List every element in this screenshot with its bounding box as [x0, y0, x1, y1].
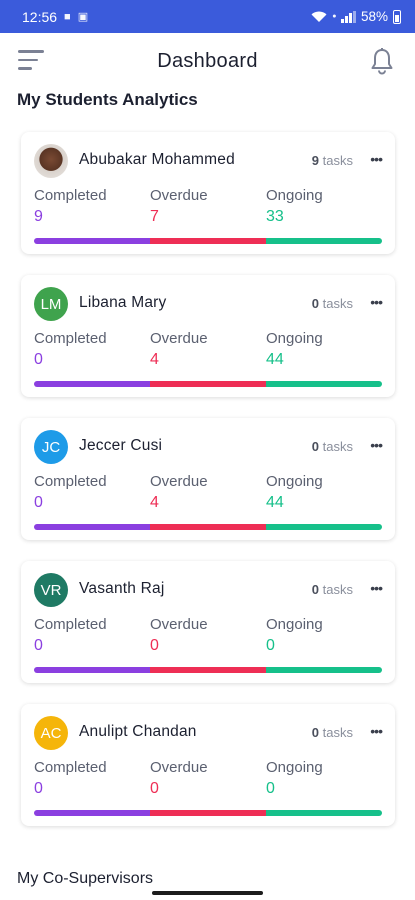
tasks-count: 9 tasks [311, 153, 353, 168]
overdue-value: 0 [150, 780, 159, 797]
student-card[interactable]: Abubakar Mohammed 9 tasks ••• Completed … [21, 132, 395, 254]
wifi-icon [311, 11, 327, 22]
completed-value: 0 [34, 494, 43, 511]
battery-percent: 58% [360, 9, 388, 24]
progress-bar [34, 381, 382, 387]
ongoing-value: 0 [266, 780, 275, 797]
tasks-count: 0 tasks [311, 725, 353, 740]
completed-label: Completed [34, 330, 107, 347]
tasks-count: 0 tasks [311, 439, 353, 454]
more-options-icon[interactable]: ••• [370, 723, 383, 739]
ongoing-value: 44 [266, 351, 284, 368]
student-name: Abubakar Mohammed [79, 151, 235, 168]
tasks-count: 0 tasks [311, 582, 353, 597]
tasks-count: 0 tasks [311, 296, 353, 311]
completed-segment [34, 524, 150, 530]
overdue-value: 0 [150, 637, 159, 654]
overdue-label: Overdue [150, 616, 208, 633]
ongoing-label: Ongoing [266, 330, 323, 347]
overdue-segment [150, 810, 266, 816]
ongoing-label: Ongoing [266, 473, 323, 490]
student-card[interactable]: AC Anulipt Chandan 0 tasks ••• Completed… [21, 704, 395, 826]
completed-label: Completed [34, 473, 107, 490]
student-cards: Abubakar Mohammed 9 tasks ••• Completed … [21, 132, 395, 847]
status-bar-left: 12:56 ■ ▣ [22, 9, 88, 25]
completed-segment [34, 810, 150, 816]
completed-value: 0 [34, 780, 43, 797]
avatar: LM [34, 287, 68, 321]
signal-icon [341, 10, 356, 23]
avatar: JC [34, 430, 68, 464]
battery-icon [393, 9, 401, 24]
app-bar: Dashboard [0, 33, 415, 89]
completed-label: Completed [34, 616, 107, 633]
ongoing-segment [266, 238, 382, 244]
completed-value: 9 [34, 208, 43, 225]
ongoing-value: 33 [266, 208, 284, 225]
overdue-value: 7 [150, 208, 159, 225]
student-name: Vasanth Raj [79, 580, 165, 597]
student-card[interactable]: VR Vasanth Raj 0 tasks ••• Completed Ove… [21, 561, 395, 683]
more-options-icon[interactable]: ••• [370, 151, 383, 167]
ongoing-label: Ongoing [266, 616, 323, 633]
progress-bar [34, 238, 382, 244]
overdue-value: 4 [150, 494, 159, 511]
status-bar: 12:56 ■ ▣ ● 58% [0, 0, 415, 33]
completed-label: Completed [34, 187, 107, 204]
overdue-value: 4 [150, 351, 159, 368]
student-name: Libana Mary [79, 294, 167, 311]
progress-bar [34, 524, 382, 530]
completed-value: 0 [34, 351, 43, 368]
more-options-icon[interactable]: ••• [370, 580, 383, 596]
ongoing-label: Ongoing [266, 187, 323, 204]
overdue-segment [150, 381, 266, 387]
volte-icon: ● [332, 13, 337, 20]
ongoing-segment [266, 810, 382, 816]
overdue-label: Overdue [150, 187, 208, 204]
completed-segment [34, 381, 150, 387]
menu-icon[interactable] [18, 50, 46, 74]
completed-label: Completed [34, 759, 107, 776]
ongoing-value: 0 [266, 637, 275, 654]
ongoing-segment [266, 381, 382, 387]
avatar: VR [34, 573, 68, 607]
home-indicator[interactable] [152, 891, 263, 895]
section-title-students: My Students Analytics [17, 90, 198, 109]
ongoing-label: Ongoing [266, 759, 323, 776]
overdue-label: Overdue [150, 759, 208, 776]
sim-icon: ■ [64, 10, 71, 23]
student-name: Anulipt Chandan [79, 723, 197, 740]
completed-value: 0 [34, 637, 43, 654]
student-name: Jeccer Cusi [79, 437, 163, 454]
overdue-segment [150, 238, 266, 244]
avatar [34, 144, 68, 178]
overdue-segment [150, 524, 266, 530]
progress-bar [34, 667, 382, 673]
student-card[interactable]: JC Jeccer Cusi 0 tasks ••• Completed Ove… [21, 418, 395, 540]
overdue-label: Overdue [150, 330, 208, 347]
ongoing-segment [266, 524, 382, 530]
ongoing-value: 44 [266, 494, 284, 511]
student-card[interactable]: LM Libana Mary 0 tasks ••• Completed Ove… [21, 275, 395, 397]
overdue-label: Overdue [150, 473, 208, 490]
more-options-icon[interactable]: ••• [370, 294, 383, 310]
page-title: Dashboard [157, 49, 258, 72]
section-title-co-supervisors: My Co-Supervisors [17, 870, 154, 887]
more-options-icon[interactable]: ••• [370, 437, 383, 453]
status-time: 12:56 [22, 8, 58, 25]
overdue-segment [150, 667, 266, 673]
completed-segment [34, 238, 150, 244]
status-bar-right: ● 58% [311, 9, 401, 24]
progress-bar [34, 810, 382, 816]
sd-card-icon: ▣ [77, 11, 89, 23]
ongoing-segment [266, 667, 382, 673]
completed-segment [34, 667, 150, 673]
avatar: AC [34, 716, 68, 750]
bell-icon[interactable] [369, 47, 395, 75]
